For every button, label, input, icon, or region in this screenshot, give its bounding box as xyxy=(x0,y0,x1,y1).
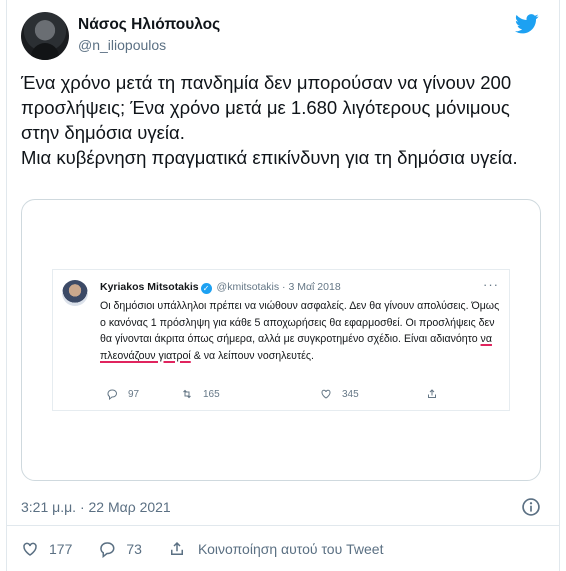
tweet-text: Ένα χρόνο μετά τη πανδημία δεν μπορούσαν… xyxy=(21,72,518,168)
quoted-author-handle: @kmitsotakis xyxy=(216,281,280,293)
quoted-share xyxy=(426,388,438,400)
quoted-like-count: 345 xyxy=(342,388,359,400)
quoted-reply-count: 97 xyxy=(128,388,140,400)
like-button[interactable]: 177 xyxy=(21,540,72,558)
quoted-tweet-image[interactable]: Kyriakos Mitsotakis ✓ @kmitsotakis · 3 Μα… xyxy=(21,199,541,481)
more-options-icon: ··· xyxy=(483,277,499,292)
quoted-author-name: Kyriakos Mitsotakis xyxy=(100,281,199,293)
quoted-text-part: Οι δημόσιοι υπάλληλοι πρέπει να νιώθουν … xyxy=(100,300,500,345)
share-icon xyxy=(170,541,183,555)
heart-icon xyxy=(23,542,37,556)
like-count: 177 xyxy=(49,541,73,557)
quoted-actions: 97 165 345 xyxy=(100,388,505,402)
quoted-text-part: & να λείπουν νοσηλευτές. xyxy=(190,349,314,362)
share-button[interactable]: Κοινοποίηση αυτού του Tweet xyxy=(168,540,384,558)
author-name[interactable]: Νάσος Ηλιόπουλος xyxy=(78,16,220,34)
quoted-author-avatar xyxy=(62,280,88,306)
author-avatar[interactable] xyxy=(21,12,69,60)
reply-icon xyxy=(107,389,117,400)
share-label: Κοινοποίηση αυτού του Tweet xyxy=(197,541,384,557)
divider xyxy=(6,525,560,526)
tweet-timestamp[interactable]: 3:21 μ.μ. · 22 Μαρ 2021 xyxy=(21,499,171,515)
reply-button[interactable]: 73 xyxy=(98,540,142,558)
quoted-like: 345 xyxy=(320,388,359,400)
quoted-retweet: 165 xyxy=(181,388,220,400)
quoted-header: Kyriakos Mitsotakis ✓ @kmitsotakis · 3 Μα… xyxy=(100,281,341,294)
author-handle[interactable]: @n_iliopoulos xyxy=(78,37,166,53)
reply-count: 73 xyxy=(126,541,142,557)
quoted-date: 3 Μαΐ 2018 xyxy=(288,281,341,293)
info-icon[interactable] xyxy=(521,497,541,517)
heart-icon xyxy=(321,389,331,399)
reply-icon xyxy=(100,542,115,558)
quoted-tweet: Kyriakos Mitsotakis ✓ @kmitsotakis · 3 Μα… xyxy=(52,269,510,411)
twitter-bird-icon[interactable] xyxy=(515,14,539,34)
quoted-text: Οι δημόσιοι υπάλληλοι πρέπει να νιώθουν … xyxy=(100,298,505,364)
share-icon xyxy=(428,389,436,398)
verified-badge-icon: ✓ xyxy=(200,283,212,294)
quoted-reply: 97 xyxy=(106,388,139,400)
quoted-retweet-count: 165 xyxy=(203,388,220,400)
tweet-action-bar: 177 73 Κοινοποίηση αυτού του Tweet xyxy=(21,538,409,560)
retweet-icon xyxy=(183,389,191,399)
